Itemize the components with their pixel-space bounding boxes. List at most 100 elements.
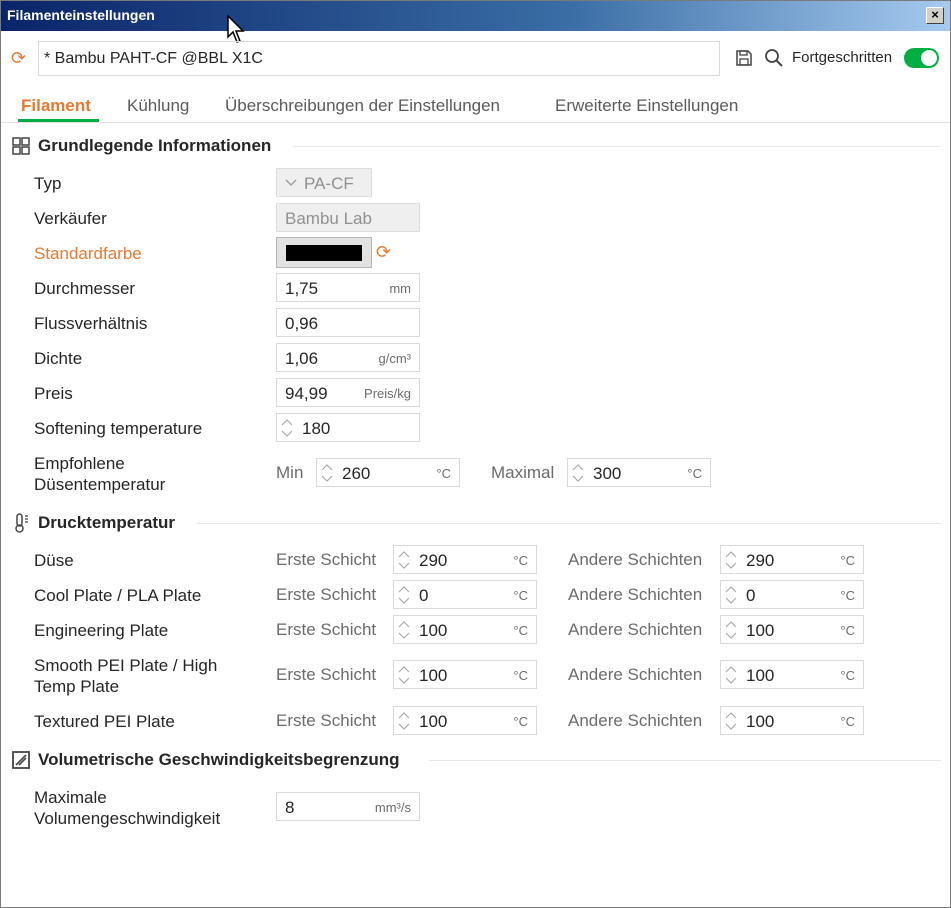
filament-settings-window: Filamenteinstellungen × ⟳ * Bambu PAHT-C… [0,0,951,908]
tab-filament[interactable]: Filament [21,96,91,116]
section-title: Drucktemperatur [38,513,175,532]
tab-advanced-settings[interactable]: Erweiterte Einstellungen [555,96,738,116]
spinner-icon[interactable] [398,584,410,606]
section-title: Volumetrische Geschwindigkeitsbegrenzung [38,750,400,769]
engineering-plate-first-layer-value: 100 [419,621,448,640]
cool-plate-other-layers-input[interactable]: 0 °C [720,580,864,609]
default-color-picker[interactable] [276,237,372,268]
section-divider [196,523,941,524]
softening-temp-value: 180 [302,419,331,438]
nozzle-first-layer-input[interactable]: 290 °C [393,545,537,574]
diameter-label: Durchmesser [34,279,136,298]
spinner-icon[interactable] [572,462,584,484]
spinner-icon[interactable] [725,549,737,571]
tab-cooling[interactable]: Kühlung [127,96,189,116]
min-label: Min [276,463,304,482]
type-label: Typ [34,174,62,193]
active-tab-indicator [18,119,99,122]
spinner-icon[interactable] [281,417,293,439]
search-icon[interactable] [764,48,784,68]
color-reset-icon[interactable]: ⟳ [376,243,391,261]
first-layer-label: Erste Schicht [276,711,377,730]
other-layers-label: Andere Schichten [568,620,703,639]
preset-name-input[interactable]: * Bambu PAHT-CF @BBL X1C [38,41,720,76]
first-layer-label: Erste Schicht [276,550,377,569]
nozzle-temp-min-value: 260 [342,464,371,483]
nozzle-temp-max-unit: °C [687,466,702,481]
other-layers-label: Andere Schichten [568,585,703,604]
advanced-toggle[interactable] [904,48,939,68]
other-layers-label: Andere Schichten [568,550,703,569]
textured-pei-first-layer-value: 100 [419,712,448,731]
nozzle-other-layers-value: 290 [746,551,775,570]
temp-unit: °C [840,668,855,683]
engineering-plate-other-layers-input[interactable]: 100 °C [720,615,864,644]
softening-temp-input[interactable]: 180 [276,413,420,442]
diameter-input[interactable]: 1,75 mm [276,273,420,302]
smooth-pei-row-label-line2: Temp Plate [34,677,120,696]
vendor-field: Bambu Lab [276,203,420,232]
window-title: Filamenteinstellungen [7,7,155,23]
max-volumetric-speed-input[interactable]: 8 mm³/s [276,792,420,821]
spinner-icon[interactable] [725,619,737,641]
softening-temp-label: Softening temperature [34,419,203,438]
smooth-pei-first-layer-value: 100 [419,666,448,685]
nozzle-temp-label-line2: Düsentemperatur [34,475,166,494]
diameter-value: 1,75 [285,279,319,298]
spinner-icon[interactable] [398,710,410,732]
engineering-plate-other-layers-value: 100 [746,621,775,640]
spinner-icon[interactable] [725,710,737,732]
tab-setting-overrides[interactable]: Überschreibungen der Einstellungen [225,96,500,116]
save-icon[interactable] [735,49,753,67]
price-input[interactable]: 94,99 Preis/kg [276,378,420,407]
vendor-label: Verkäufer [34,209,107,228]
density-unit: g/cm³ [378,351,412,366]
flow-ratio-input[interactable]: 0,96 [276,308,420,337]
max-volumetric-speed-value: 8 [285,798,295,817]
title-bar[interactable]: Filamenteinstellungen × [1,1,950,31]
textured-pei-first-layer-input[interactable]: 100 °C [393,706,537,735]
type-select[interactable]: PA-CF [276,168,372,197]
spinner-icon[interactable] [725,584,737,606]
smooth-pei-first-layer-input[interactable]: 100 °C [393,660,537,689]
preset-row: ⟳ * Bambu PAHT-CF @BBL X1C Fortgeschritt… [1,39,950,79]
spinner-icon[interactable] [398,549,410,571]
advanced-label: Fortgeschritten [792,49,893,66]
spinner-icon[interactable] [398,619,410,641]
engineering-plate-first-layer-input[interactable]: 100 °C [393,615,537,644]
other-layers-label: Andere Schichten [568,711,703,730]
temp-unit: °C [513,714,528,729]
tab-bar: Filament Kühlung Überschreibungen der Ei… [1,93,950,123]
spinner-icon[interactable] [321,462,333,484]
cool-plate-first-layer-input[interactable]: 0 °C [393,580,537,609]
temp-unit: °C [513,668,528,683]
smooth-pei-other-layers-value: 100 [746,666,775,685]
max-volumetric-speed-unit: mm³/s [374,800,411,815]
toggle-knob [921,50,937,66]
density-input[interactable]: 1,06 g/cm³ [276,343,420,372]
flow-ratio-value: 0,96 [285,314,319,333]
spinner-icon[interactable] [398,664,410,686]
nozzle-temp-min-input[interactable]: 260 °C [316,458,460,487]
section-divider [293,146,941,147]
nozzle-temp-max-input[interactable]: 300 °C [567,458,711,487]
cool-plate-first-layer-value: 0 [419,586,429,605]
textured-pei-other-layers-input[interactable]: 100 °C [720,706,864,735]
smooth-pei-other-layers-input[interactable]: 100 °C [720,660,864,689]
temp-unit: °C [513,588,528,603]
close-button[interactable]: × [926,7,944,24]
first-layer-label: Erste Schicht [276,665,377,684]
nozzle-temp-label-line1: Empfohlene [34,454,125,473]
flow-ratio-label: Flussverhältnis [34,314,148,333]
section-title: Grundlegende Informationen [38,136,272,155]
first-layer-label: Erste Schicht [276,585,377,604]
textured-pei-row-label: Textured PEI Plate [34,712,175,731]
default-color-label: Standardfarbe [34,244,142,263]
section-basic-info: Grundlegende Informationen [11,135,941,157]
nozzle-other-layers-input[interactable]: 290 °C [720,545,864,574]
spinner-icon[interactable] [725,664,737,686]
nozzle-row-label: Düse [34,551,74,570]
price-label: Preis [34,384,73,403]
reset-icon[interactable]: ⟳ [11,49,26,67]
max-volumetric-speed-label-line1: Maximale [34,788,107,807]
